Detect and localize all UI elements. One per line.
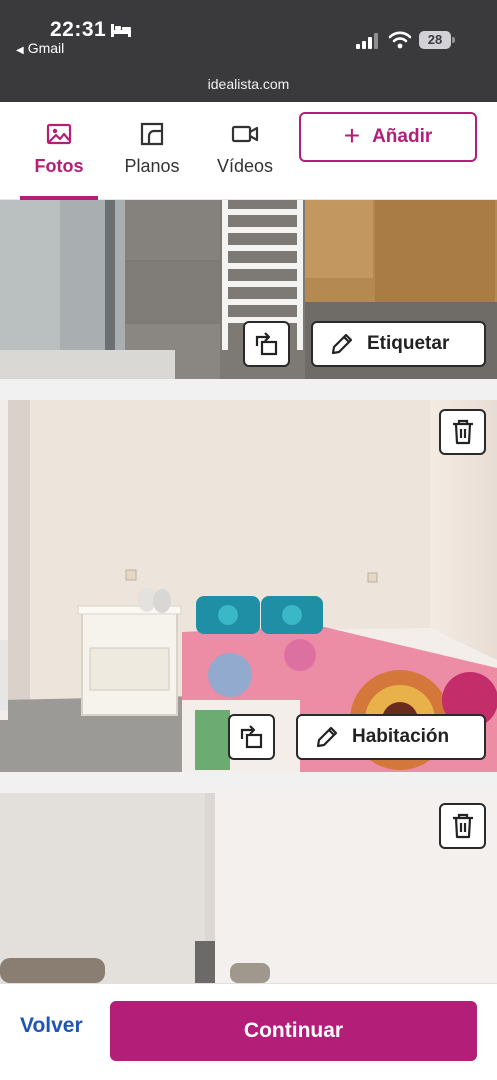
battery-level: 28 bbox=[419, 31, 451, 49]
back-link[interactable]: Volver bbox=[20, 1014, 83, 1038]
back-to-app-link[interactable]: ◀ Gmail bbox=[16, 40, 64, 56]
bed-icon bbox=[111, 24, 131, 37]
tab-planos[interactable]: Planos bbox=[112, 120, 192, 200]
address-bar-url[interactable]: idealista.com bbox=[0, 76, 497, 92]
photo-separator bbox=[0, 379, 497, 400]
plus-icon: + bbox=[343, 119, 361, 151]
living-room-photo bbox=[0, 793, 497, 983]
signal-icon bbox=[356, 33, 378, 49]
add-media-button[interactable]: + Añadir bbox=[299, 112, 477, 162]
pencil-icon bbox=[331, 333, 353, 355]
trash-icon bbox=[452, 419, 473, 445]
tab-fotos[interactable]: Fotos bbox=[20, 120, 98, 200]
status-bar: 22:31 ◀ Gmail 28 idealista.com bbox=[0, 0, 497, 102]
tab-planos-label: Planos bbox=[124, 156, 180, 176]
photo-card-bathroom[interactable]: Etiquetar bbox=[0, 200, 497, 379]
rotate-button[interactable] bbox=[228, 714, 275, 760]
continue-button-label: Continuar bbox=[243, 1019, 344, 1042]
add-media-label: Añadir bbox=[372, 126, 433, 147]
wifi-icon bbox=[388, 31, 412, 49]
media-tab-bar: Fotos Planos Vídeos + Añadir bbox=[0, 102, 497, 200]
rotate-icon bbox=[255, 332, 277, 356]
delete-photo-button[interactable] bbox=[439, 409, 486, 455]
image-icon bbox=[46, 123, 72, 145]
photo-card-living-room[interactable] bbox=[0, 793, 497, 983]
tab-fotos-label: Fotos bbox=[34, 156, 84, 176]
rotate-button[interactable] bbox=[243, 321, 290, 367]
battery-icon: 28 bbox=[419, 31, 455, 49]
status-time: 22:31 bbox=[50, 18, 107, 41]
back-triangle-icon: ◀ bbox=[16, 45, 24, 56]
photo-card-bedroom[interactable]: Habitación bbox=[0, 400, 497, 772]
tab-videos[interactable]: Vídeos bbox=[208, 120, 282, 200]
tag-button[interactable]: Habitación bbox=[296, 714, 486, 760]
tag-button-label: Habitación bbox=[352, 726, 450, 747]
bottom-action-bar: Volver Continuar bbox=[0, 983, 497, 1080]
pencil-icon bbox=[316, 726, 338, 748]
video-camera-icon bbox=[231, 125, 259, 143]
continue-button[interactable]: Continuar bbox=[110, 1001, 477, 1061]
trash-icon bbox=[452, 813, 473, 839]
back-app-label: Gmail bbox=[27, 40, 65, 56]
rotate-icon bbox=[240, 725, 262, 749]
tag-button-label: Etiquetar bbox=[367, 333, 450, 354]
tab-videos-label: Vídeos bbox=[216, 156, 274, 176]
delete-photo-button[interactable] bbox=[439, 803, 486, 849]
photo-separator bbox=[0, 772, 497, 793]
tag-button[interactable]: Etiquetar bbox=[311, 321, 486, 367]
floorplan-icon bbox=[140, 122, 164, 146]
